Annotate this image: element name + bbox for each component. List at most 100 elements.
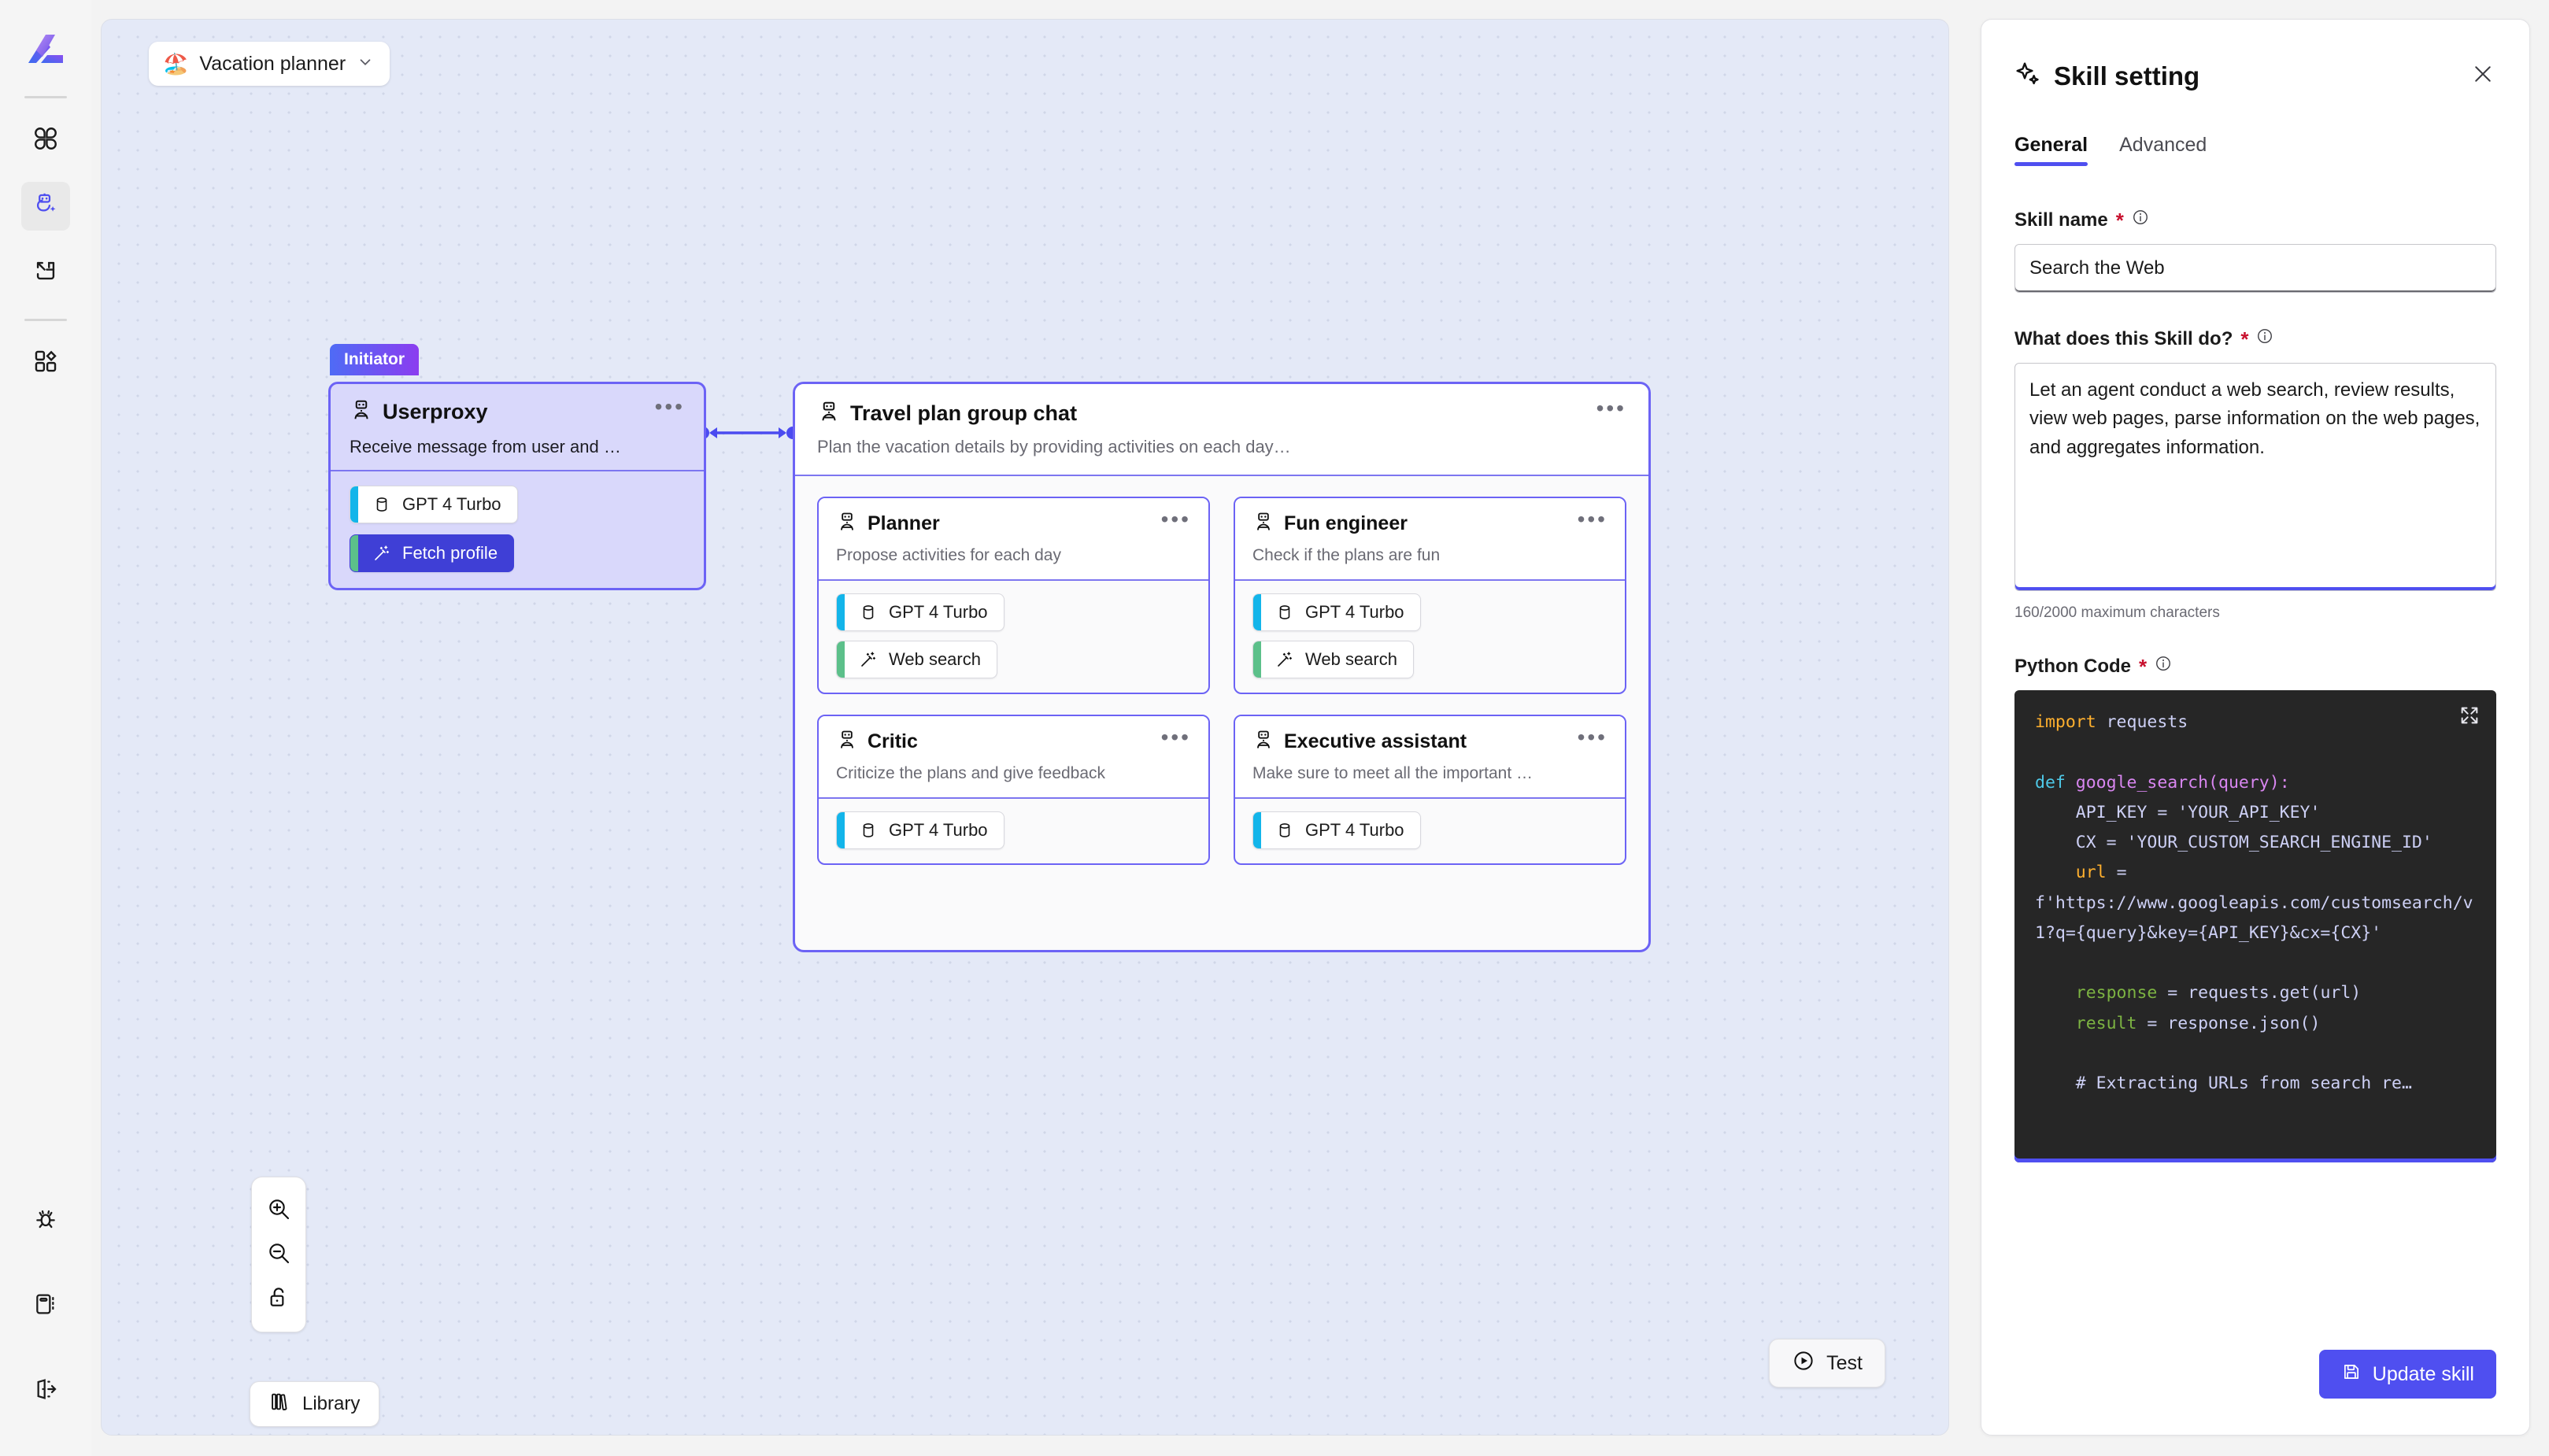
node-userproxy[interactable]: Userproxy ••• Receive message from user … <box>328 382 706 590</box>
group-chat-title: Travel plan group chat <box>850 401 1078 425</box>
expand-icon[interactable] <box>2458 704 2481 730</box>
python-code-label: Python Code <box>2014 655 2131 677</box>
zoom-out-button[interactable] <box>257 1232 301 1277</box>
skill-name-label-row: Skill name * <box>2014 209 2496 231</box>
chevron-down-icon <box>357 54 374 75</box>
agent-title: Fun engineer <box>1284 512 1408 534</box>
tab-advanced[interactable]: Advanced <box>2119 134 2207 166</box>
group-chat-subtitle: Plan the vacation details by providing a… <box>817 437 1291 456</box>
play-circle-icon <box>1792 1349 1815 1378</box>
edge-userproxy-to-groupchat <box>697 427 799 439</box>
close-icon[interactable] <box>2471 62 2495 90</box>
node-title: Userproxy <box>383 400 488 423</box>
project-selector[interactable]: 🏖️ Vacation planner <box>149 42 390 86</box>
robot-icon <box>1252 729 1274 755</box>
node-group-chat[interactable]: Travel plan group chat ••• Plan the vaca… <box>793 382 1651 952</box>
database-icon <box>1275 603 1294 622</box>
agent-header: Critic ••• Criticize the plans and give … <box>819 716 1208 799</box>
more-options-icon[interactable]: ••• <box>1578 726 1607 748</box>
sidebar-item-apps[interactable] <box>21 116 70 164</box>
robot-icon <box>1252 511 1274 537</box>
character-counter: 160/2000 maximum characters <box>2014 604 2220 621</box>
chip-accent-bar <box>350 535 358 571</box>
node-agent[interactable]: Planner ••• Propose activities for each … <box>817 497 1210 694</box>
initiator-badge: Initiator <box>330 344 419 375</box>
node-agent[interactable]: Fun engineer ••• Check if the plans are … <box>1234 497 1626 694</box>
chip-label: Web search <box>889 649 981 669</box>
more-options-icon[interactable]: ••• <box>1596 397 1626 419</box>
agent-header: Fun engineer ••• Check if the plans are … <box>1235 498 1625 581</box>
sidebar-item-connections[interactable] <box>21 248 70 297</box>
agent-chips: GPT 4 Turbo <box>819 799 1208 863</box>
sidebar-item-debug[interactable] <box>21 1196 70 1245</box>
chip-label: Web search <box>1305 649 1397 669</box>
more-options-icon[interactable]: ••• <box>1161 508 1191 530</box>
save-icon <box>2341 1362 2362 1388</box>
zoom-out-icon <box>266 1240 291 1269</box>
left-rail <box>0 0 91 1456</box>
flow-canvas[interactable]: 🏖️ Vacation planner Initiator Userproxy … <box>101 19 1949 1436</box>
library-label: Library <box>302 1393 361 1414</box>
agent-title: Critic <box>868 730 918 752</box>
chip-skill[interactable]: Fetch profile <box>350 534 515 572</box>
canvas-lock-button[interactable] <box>257 1277 301 1321</box>
chip-model[interactable]: GPT 4 Turbo <box>836 811 1004 849</box>
agent-subtitle: Make sure to meet all the important … <box>1252 764 1533 782</box>
chip-label: GPT 4 Turbo <box>1305 602 1404 622</box>
database-icon <box>372 495 391 514</box>
sidebar-item-agents[interactable] <box>21 182 70 231</box>
sidebar-item-notes[interactable] <box>21 1281 70 1330</box>
agent-sparkle-icon <box>32 191 59 222</box>
chip-model[interactable]: GPT 4 Turbo <box>350 486 518 523</box>
library-button[interactable]: Library <box>250 1381 380 1427</box>
chip-label: GPT 4 Turbo <box>889 602 988 622</box>
tab-general[interactable]: General <box>2014 134 2088 166</box>
panel-header: Skill setting <box>2014 61 2496 91</box>
chip-skill[interactable]: Web search <box>836 641 997 678</box>
agent-header: Planner ••• Propose activities for each … <box>819 498 1208 581</box>
test-label: Test <box>1826 1351 1863 1374</box>
info-icon[interactable] <box>2155 655 2172 678</box>
magic-wand-icon <box>372 544 391 563</box>
rail-divider-bottom <box>24 319 67 321</box>
chip-skill[interactable]: Web search <box>1252 641 1414 678</box>
zoom-in-button[interactable] <box>257 1188 301 1232</box>
node-agent[interactable]: Critic ••• Criticize the plans and give … <box>817 715 1210 865</box>
node-agent[interactable]: Executive assistant ••• Make sure to mee… <box>1234 715 1626 865</box>
sidebar-item-logout[interactable] <box>21 1366 70 1415</box>
agent-subtitle: Propose activities for each day <box>836 546 1061 564</box>
agent-subtitle: Check if the plans are fun <box>1252 546 1441 564</box>
more-options-icon[interactable]: ••• <box>1578 508 1607 530</box>
required-marker: * <box>2115 208 2124 232</box>
required-marker: * <box>2240 327 2249 351</box>
group-chat-agents: Planner ••• Propose activities for each … <box>795 476 1648 885</box>
info-icon[interactable] <box>2132 209 2149 231</box>
info-icon[interactable] <box>2256 327 2273 350</box>
chip-accent-bar <box>1253 641 1261 678</box>
agent-header: Executive assistant ••• Make sure to mee… <box>1235 716 1625 799</box>
canvas-zoom-controls <box>251 1177 306 1332</box>
test-button[interactable]: Test <box>1769 1339 1885 1388</box>
skill-description-label: What does this Skill do? <box>2014 327 2233 349</box>
notebook-icon <box>33 1292 58 1321</box>
skill-name-field-group: Skill name * <box>2014 209 2496 293</box>
python-code-editor[interactable]: import requests def google_search(query)… <box>2014 690 2496 1162</box>
robot-icon <box>836 511 858 537</box>
chip-model[interactable]: GPT 4 Turbo <box>1252 593 1421 631</box>
panel-tabs: General Advanced <box>2014 134 2496 166</box>
chip-model[interactable]: GPT 4 Turbo <box>1252 811 1421 849</box>
more-options-icon[interactable]: ••• <box>655 396 685 418</box>
more-options-icon[interactable]: ••• <box>1161 726 1191 748</box>
chip-model[interactable]: GPT 4 Turbo <box>836 593 1004 631</box>
sidebar-item-extensions[interactable] <box>21 338 70 387</box>
skill-name-input[interactable] <box>2014 244 2496 293</box>
python-code-text: import requests def google_search(query)… <box>2035 712 2473 1094</box>
agent-subtitle: Criticize the plans and give feedback <box>836 764 1106 782</box>
skill-description-textarea[interactable]: Let an agent conduct a web search, revie… <box>2014 363 2496 591</box>
chip-label: Fetch profile <box>402 543 498 563</box>
python-code-field-group: Python Code * import requests def google… <box>2014 655 2496 1162</box>
update-skill-button[interactable]: Update skill <box>2318 1350 2496 1399</box>
app-logo-icon[interactable] <box>24 30 68 74</box>
skill-description-field-group: What does this Skill do? * Let an agent … <box>2014 327 2496 622</box>
database-icon <box>859 821 878 840</box>
